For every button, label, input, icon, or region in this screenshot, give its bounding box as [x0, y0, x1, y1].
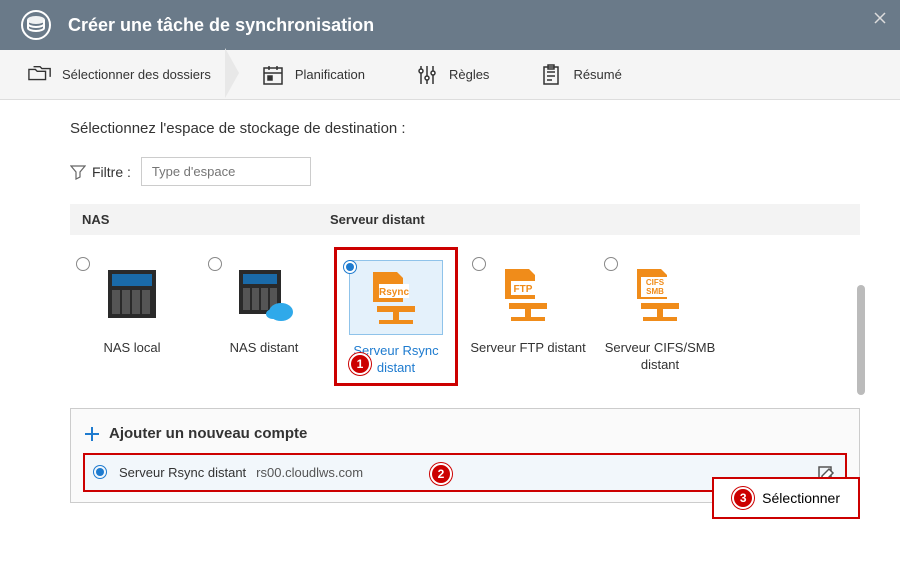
- radio-rsync[interactable]: [343, 260, 357, 274]
- step-rules[interactable]: Règles: [415, 63, 489, 87]
- select-button-label: Sélectionner: [762, 490, 840, 506]
- option-ftp-label: Serveur FTP distant: [466, 340, 590, 357]
- callout-2: 2: [430, 463, 452, 485]
- funnel-icon: [70, 164, 86, 180]
- wizard-steps: Sélectionner des dossiers Planification …: [0, 50, 900, 100]
- step-schedule[interactable]: Planification: [261, 63, 365, 87]
- radio-cifs[interactable]: [604, 257, 618, 271]
- calendar-icon: [261, 63, 285, 87]
- filter-type-select[interactable]: [141, 157, 311, 186]
- add-account-button[interactable]: Ajouter un nouveau compte: [83, 419, 847, 449]
- instruction-text: Sélectionnez l'espace de stockage de des…: [70, 120, 860, 137]
- plus-icon: [83, 425, 101, 443]
- filter-label: Filtre :: [70, 164, 131, 180]
- dialog-header: Créer une tâche de synchronisation: [0, 0, 900, 50]
- folders-icon: [28, 63, 52, 87]
- main-content: Sélectionnez l'espace de stockage de des…: [0, 100, 900, 523]
- nas-local-icon: [85, 257, 179, 332]
- radio-ftp[interactable]: [472, 257, 486, 271]
- callout-3: 3: [732, 487, 754, 509]
- summary-icon: [539, 63, 563, 87]
- add-account-label: Ajouter un nouveau compte: [109, 425, 307, 442]
- radio-nas-local[interactable]: [76, 257, 90, 271]
- category-remote: Serveur distant: [330, 212, 425, 227]
- category-header: NAS Serveur distant: [70, 204, 860, 235]
- option-rsync[interactable]: Rsync Serveur Rsync distant 1: [334, 247, 458, 386]
- option-cifs[interactable]: CIFSSMB Serveur CIFS/SMB distant: [598, 247, 722, 386]
- step-folders[interactable]: Sélectionner des dossiers: [28, 63, 211, 87]
- category-nas: NAS: [82, 212, 330, 227]
- option-cifs-label: Serveur CIFS/SMB distant: [598, 340, 722, 374]
- svg-text:SMB: SMB: [646, 287, 664, 296]
- step-schedule-label: Planification: [295, 67, 365, 82]
- option-ftp[interactable]: FTP Serveur FTP distant: [466, 247, 590, 386]
- option-nas-remote-label: NAS distant: [202, 340, 326, 357]
- svg-text:Rsync: Rsync: [379, 287, 409, 298]
- svg-text:FTP: FTP: [514, 284, 533, 295]
- step-summary[interactable]: Résumé: [539, 63, 621, 87]
- option-nas-local-label: NAS local: [70, 340, 194, 357]
- scrollbar[interactable]: [857, 285, 865, 395]
- sync-icon: [16, 5, 56, 45]
- nas-remote-icon: [217, 257, 311, 332]
- rsync-server-icon: Rsync: [349, 260, 443, 335]
- select-button[interactable]: 3 Sélectionner: [712, 477, 860, 519]
- cifs-server-icon: CIFSSMB: [613, 257, 707, 332]
- option-nas-remote[interactable]: NAS distant: [202, 247, 326, 386]
- ftp-server-icon: FTP: [481, 257, 575, 332]
- svg-text:CIFS: CIFS: [646, 278, 665, 287]
- step-folders-label: Sélectionner des dossiers: [62, 67, 211, 82]
- account-radio[interactable]: [93, 465, 107, 479]
- filter-row: Filtre :: [70, 157, 860, 186]
- callout-1: 1: [349, 353, 371, 375]
- option-nas-local[interactable]: NAS local: [70, 247, 194, 386]
- account-host: rs00.cloudlws.com: [256, 465, 363, 480]
- account-name: Serveur Rsync distant: [119, 465, 246, 480]
- sliders-icon: [415, 63, 439, 87]
- step-summary-label: Résumé: [573, 67, 621, 82]
- step-rules-label: Règles: [449, 67, 489, 82]
- close-icon[interactable]: [872, 10, 888, 26]
- radio-nas-remote[interactable]: [208, 257, 222, 271]
- storage-options: NAS local NAS distant Rsync Serveur Rsyn…: [70, 247, 860, 386]
- dialog-title: Créer une tâche de synchronisation: [68, 15, 374, 36]
